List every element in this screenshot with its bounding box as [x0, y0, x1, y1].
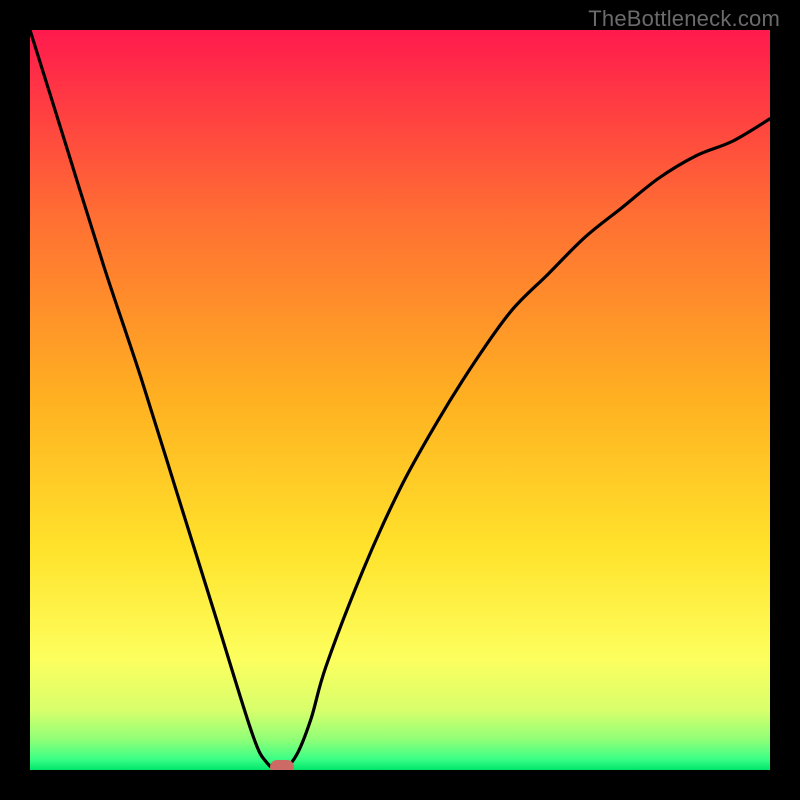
watermark-label: TheBottleneck.com [588, 6, 780, 32]
chart-frame: TheBottleneck.com [0, 0, 800, 800]
bottleneck-curve [30, 30, 770, 770]
plot-area [30, 30, 770, 770]
minimum-marker-icon [270, 760, 294, 770]
